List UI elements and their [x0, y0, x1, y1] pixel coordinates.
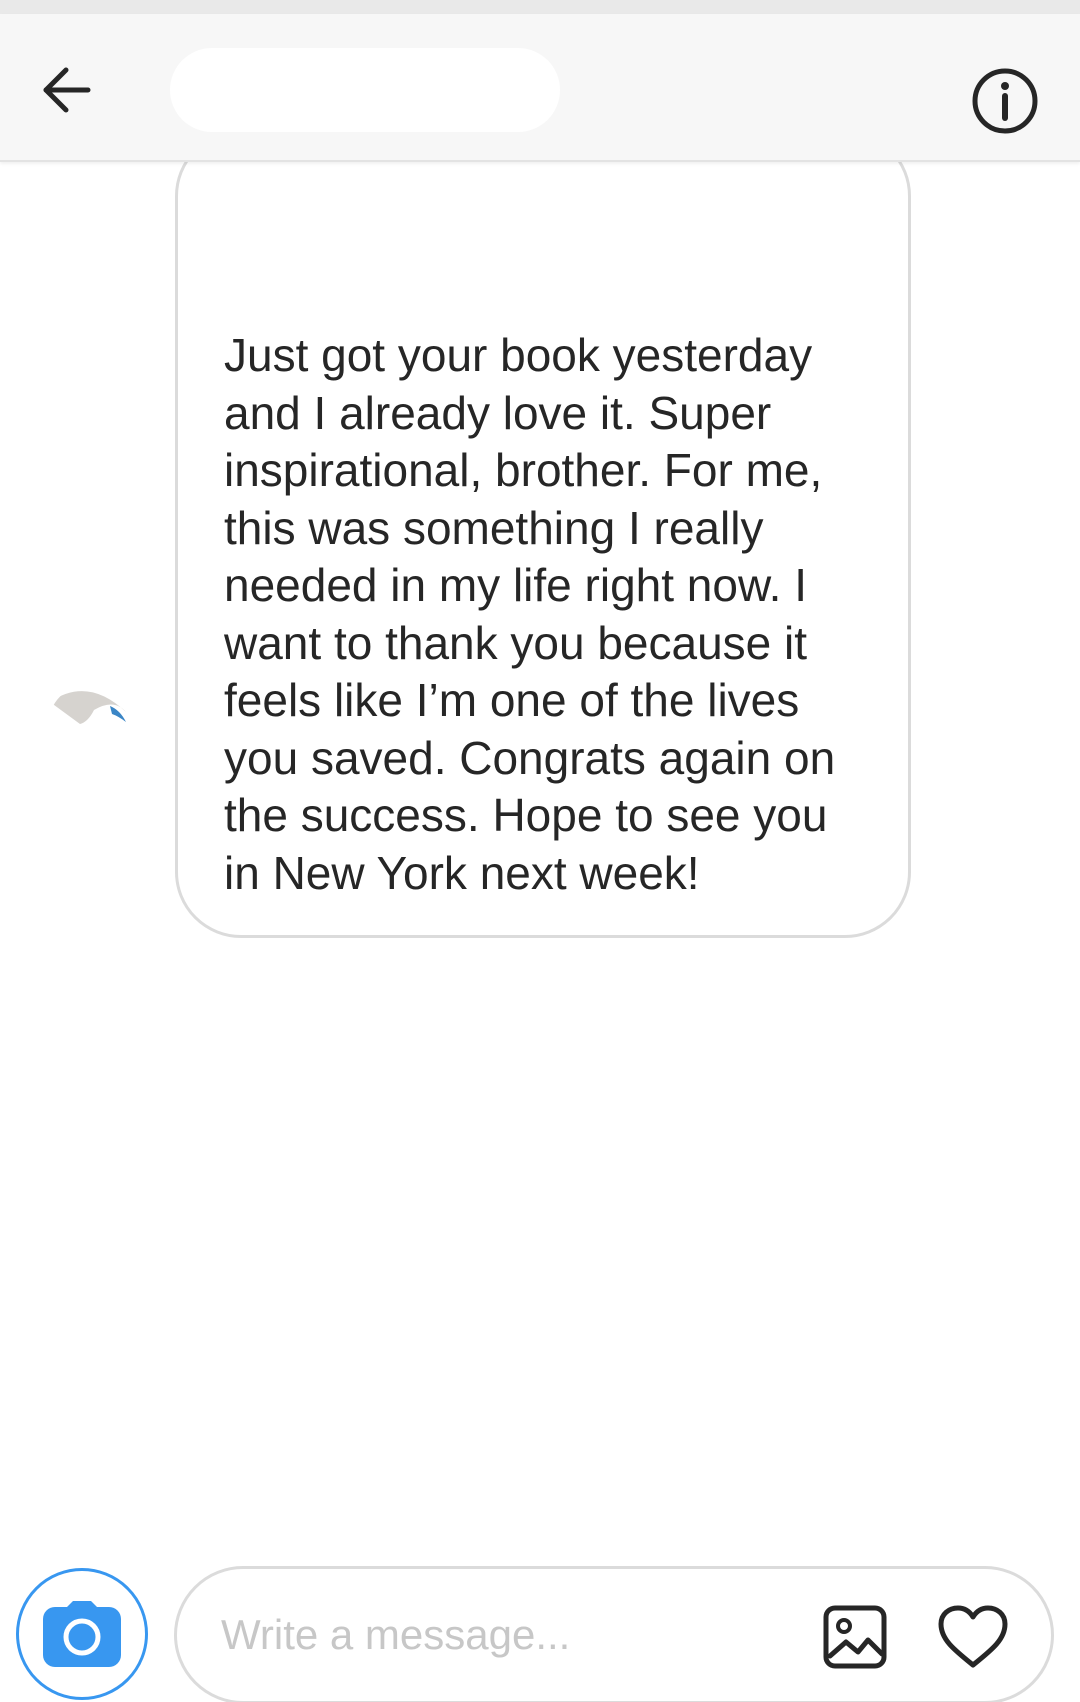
heart-icon [938, 1605, 1008, 1668]
info-button[interactable] [970, 66, 1040, 136]
camera-icon [43, 1601, 121, 1667]
gallery-button[interactable] [817, 1599, 893, 1675]
message-thread[interactable]: Just got your book yesterday and I alrea… [0, 130, 1080, 1540]
image-gallery-icon [823, 1605, 887, 1669]
avatar-image [50, 691, 126, 724]
message-input-container [174, 1566, 1054, 1702]
arrow-left-icon [43, 67, 91, 113]
like-button[interactable] [933, 1599, 1013, 1675]
message-input[interactable] [221, 1599, 781, 1671]
conversation-name-redacted [170, 48, 560, 132]
message-text: Just got your book yesterday and I alrea… [224, 329, 836, 899]
chat-screen: Just got your book yesterday and I alrea… [0, 0, 1080, 1702]
info-circle-icon [972, 68, 1038, 134]
chat-header [0, 14, 1080, 162]
message-composer [0, 1540, 1080, 1702]
camera-button[interactable] [16, 1568, 148, 1700]
message-bubble[interactable]: Just got your book yesterday and I alrea… [175, 130, 911, 938]
back-button[interactable] [34, 58, 98, 122]
status-bar [0, 0, 1080, 14]
sender-avatar[interactable] [48, 684, 132, 768]
